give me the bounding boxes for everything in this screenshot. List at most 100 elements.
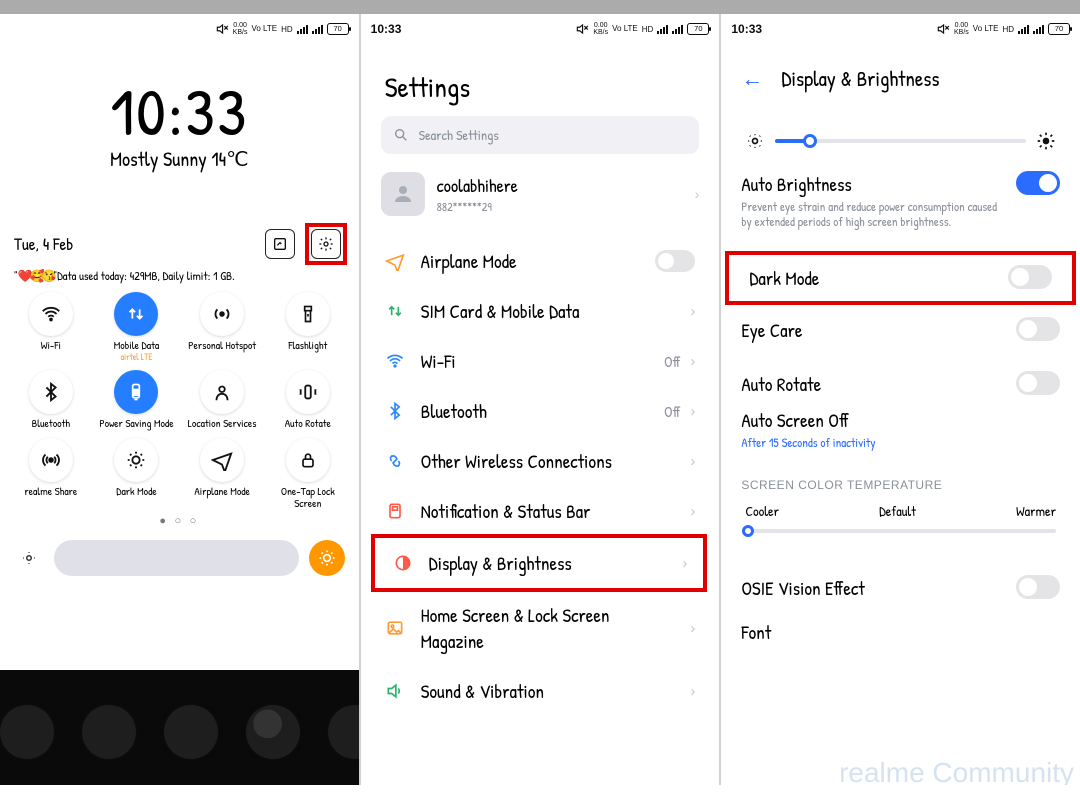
dock-app-5[interactable] <box>328 705 361 759</box>
speaker-icon <box>383 681 407 701</box>
font-row[interactable]: Font <box>721 601 1080 645</box>
tile-label: Bluetooth <box>32 418 70 430</box>
settings-row-home-lock[interactable]: Home Screen & Lock Screen Magazine › <box>367 590 712 666</box>
signal-icon-2 <box>1033 25 1044 34</box>
display-brightness-highlight: Display & Brightness› <box>371 534 708 592</box>
tile-one-tap-lock[interactable]: One-Tap Lock Screen <box>268 438 348 510</box>
settings-row-notif[interactable]: Notification & Status Bar› <box>367 486 712 536</box>
settings-row-sound[interactable]: Sound & Vibration › <box>367 666 712 716</box>
tile-hotspot[interactable]: Personal Hotspot <box>182 292 262 362</box>
dock-app-1[interactable] <box>0 705 54 759</box>
chevron-right-icon: › <box>690 453 695 470</box>
battery-icon: 70 <box>687 23 709 35</box>
weather-text: Mostly Sunny 14℃ <box>0 146 359 173</box>
chevron-right-icon: › <box>690 503 695 520</box>
auto-rotate-row[interactable]: Auto Rotate <box>721 357 1080 397</box>
row-value: Off <box>664 351 680 372</box>
tile-airplane[interactable]: Airplane Mode <box>182 438 262 510</box>
dark-mode-label: Dark Mode <box>749 265 994 291</box>
open-settings-button[interactable] <box>311 229 341 259</box>
settings-row-sim[interactable]: SIM Card & Mobile Data› <box>367 286 712 336</box>
date-text: Tue, 4 Feb <box>14 233 73 256</box>
quick-settings-panel: 0.00KB/s Vo LTE HD 70 10:33 Mostly Sunny… <box>0 14 361 799</box>
tile-auto-rotate[interactable]: Auto Rotate <box>268 370 348 430</box>
eye-care-toggle[interactable] <box>1016 317 1060 341</box>
eye-care-row[interactable]: Eye Care <box>721 303 1080 343</box>
wifi-icon <box>383 351 407 371</box>
color-temperature-slider[interactable] <box>745 529 1056 533</box>
tile-realme-share[interactable]: realme Share <box>11 438 91 510</box>
row-label: Home Screen & Lock Screen Magazine <box>421 602 677 654</box>
chevron-right-icon: › <box>690 683 695 700</box>
osie-row[interactable]: OSIE Vision Effect <box>721 561 1080 601</box>
toggle-off[interactable] <box>655 250 695 272</box>
tile-wifi[interactable]: Wi-Fi <box>11 292 91 362</box>
status-time: 10:33 <box>371 22 402 36</box>
notification-text[interactable]: "❤️🥰😘"Data used today: 429MB, Daily limi… <box>0 265 359 284</box>
tile-label: Airplane Mode <box>194 486 250 498</box>
tile-location[interactable]: Location Services <box>182 370 262 430</box>
edit-tiles-button[interactable] <box>265 229 295 259</box>
tile-flashlight[interactable]: Flashlight <box>268 292 348 362</box>
osie-toggle[interactable] <box>1016 575 1060 599</box>
auto-screen-off-row[interactable]: Auto Screen Off After 15 Seconds of inac… <box>721 397 1080 450</box>
settings-row-display[interactable]: Display & Brightness› <box>375 538 704 588</box>
brightness-track[interactable] <box>54 540 299 576</box>
brightness-slider[interactable] <box>775 139 1026 143</box>
dock-app-4[interactable] <box>246 705 300 759</box>
hotspot-icon <box>200 292 244 336</box>
settings-row-airplane-mode[interactable]: Airplane Mode <box>367 236 712 286</box>
tile-power-saving[interactable]: Power Saving Mode <box>96 370 176 430</box>
slider-thumb[interactable] <box>803 134 817 148</box>
flashlight-icon <box>286 292 330 336</box>
picture-icon <box>383 618 407 638</box>
dock-background <box>0 670 359 795</box>
settings-row-bluetooth[interactable]: BluetoothOff› <box>367 386 712 436</box>
chevron-right-icon: › <box>690 303 695 320</box>
search-input[interactable]: Search Settings <box>381 116 700 154</box>
settings-list: Airplane ModeSIM Card & Mobile Data› Wi-F… <box>367 236 712 716</box>
hd-indicator: HD <box>642 25 654 34</box>
tile-bluetooth[interactable]: Bluetooth <box>11 370 91 430</box>
auto-brightness-label: Auto Brightness <box>741 171 1002 197</box>
status-bar: 0.00KB/s Vo LTE HD 70 <box>0 14 359 40</box>
row-label: Other Wireless Connections <box>421 448 677 474</box>
data-speed-indicator: 0.00KB/s <box>233 22 248 36</box>
osie-label: OSIE Vision Effect <box>741 575 1002 601</box>
brightness-slider-row <box>745 131 1056 151</box>
settings-gear-highlight <box>305 223 347 265</box>
dark-mode-toggle[interactable] <box>1008 265 1052 289</box>
auto-rotate-toggle[interactable] <box>1016 371 1060 395</box>
search-placeholder: Search Settings <box>419 126 499 145</box>
tile-label: One-Tap Lock Screen <box>268 486 348 510</box>
dark-mode-row[interactable]: Dark Mode <box>729 255 1072 301</box>
slider-thumb[interactable] <box>742 525 754 537</box>
auto-off-value: After 15 Seconds of inactivity <box>741 435 1060 450</box>
row-value: Off <box>664 401 680 422</box>
page-title: Settings <box>361 40 720 116</box>
chevron-right-icon: › <box>690 620 695 637</box>
mute-icon <box>575 22 589 36</box>
row-label: Sound & Vibration <box>421 678 677 704</box>
settings-row-wifi[interactable]: Wi-FiOff› <box>367 336 712 386</box>
settings-row-other-wireless[interactable]: Other Wireless Connections › <box>367 436 712 486</box>
bluetooth-icon <box>29 370 73 414</box>
signal-icon <box>297 25 308 34</box>
back-button[interactable]: ← <box>741 66 763 92</box>
auto-brightness-row[interactable]: Auto Brightness Prevent eye strain and r… <box>721 157 1080 229</box>
chevron-right-icon: › <box>690 403 695 420</box>
tile-dark-mode[interactable]: Dark Mode <box>96 438 176 510</box>
account-row[interactable]: coolabhihere 882******29 › <box>381 172 700 216</box>
search-icon <box>393 127 409 143</box>
dock-app-2[interactable] <box>82 705 136 759</box>
bluetooth-icon <box>383 401 407 421</box>
dock-app-3[interactable] <box>164 705 218 759</box>
volte-indicator: Vo LTE <box>251 25 277 33</box>
auto-brightness-toggle[interactable] <box>1016 171 1060 195</box>
row-label: Wi-Fi <box>421 348 650 374</box>
tile-mobile-data[interactable]: Mobile Dataairtel LTE <box>96 292 176 362</box>
tile-label: Personal Hotspot <box>188 340 256 352</box>
auto-brightness-toggle[interactable] <box>309 540 345 576</box>
signal-icon-2 <box>672 25 683 34</box>
tile-sublabel: airtel LTE <box>121 352 153 362</box>
